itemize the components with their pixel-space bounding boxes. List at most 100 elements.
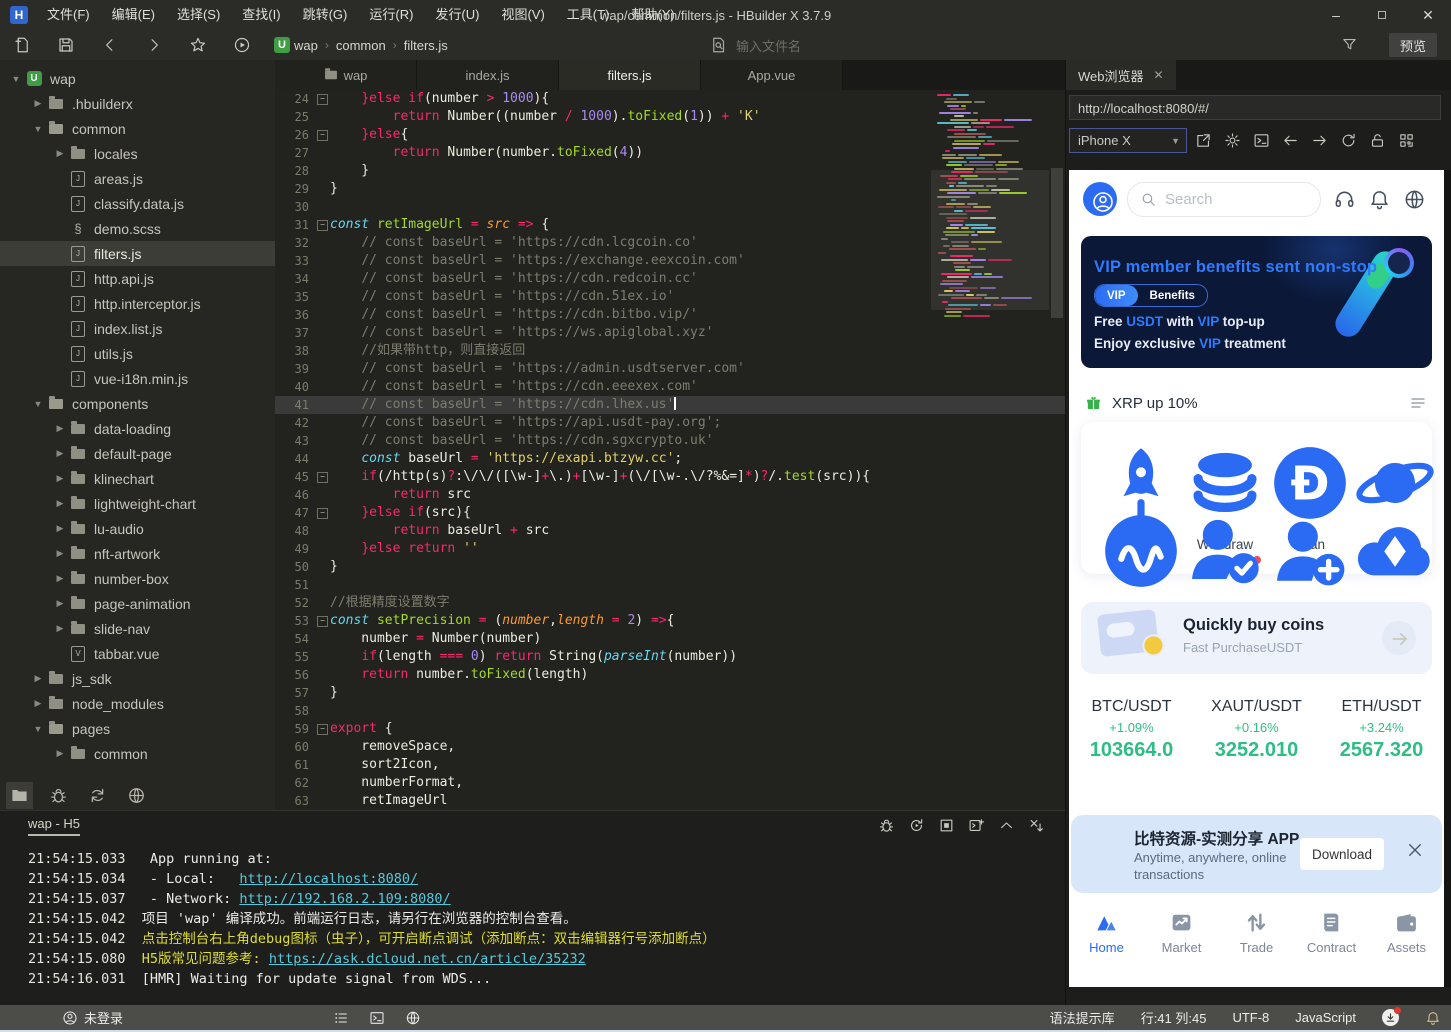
nav-forward-icon[interactable] xyxy=(145,36,163,54)
line-number[interactable]: 52 xyxy=(275,594,315,612)
qrcode-icon[interactable] xyxy=(1398,132,1415,149)
file-search[interactable]: 输入文件名 xyxy=(710,36,801,55)
bell-icon[interactable] xyxy=(1368,188,1391,211)
tree-item-lightweight-chart[interactable]: ▶lightweight-chart xyxy=(0,491,275,516)
tree-item-pages[interactable]: ▼pages xyxy=(0,716,275,741)
line-number[interactable]: 50 xyxy=(275,558,315,576)
chevron-right-icon[interactable]: ▶ xyxy=(54,623,66,634)
log-link[interactable]: http://192.168.2.109:8080/ xyxy=(239,891,450,907)
tree-item-tabbar.vue[interactable]: Vtabbar.vue xyxy=(0,641,275,666)
web-icon[interactable] xyxy=(124,783,149,808)
terminal-icon[interactable] xyxy=(369,1010,385,1026)
browser-tab-close-icon[interactable]: ✕ xyxy=(1154,68,1164,82)
filter-icon[interactable] xyxy=(1341,36,1358,53)
list-icon[interactable] xyxy=(333,1010,349,1026)
run-icon[interactable] xyxy=(233,36,251,54)
line-number[interactable]: 30 xyxy=(275,198,315,216)
console-tab[interactable]: wap - H5 xyxy=(28,816,80,836)
stop-icon[interactable] xyxy=(938,817,955,834)
new-file-icon[interactable] xyxy=(13,36,31,54)
line-number[interactable]: 54 xyxy=(275,630,315,648)
line-number[interactable]: 42 xyxy=(275,414,315,432)
menu-v[interactable]: 视图(V) xyxy=(490,7,555,22)
web-icon[interactable] xyxy=(405,1010,421,1026)
menu-f[interactable]: 文件(F) xyxy=(36,7,101,22)
globe-icon[interactable] xyxy=(1403,188,1426,211)
line-number[interactable]: 37 xyxy=(275,324,315,342)
tree-item-slide-nav[interactable]: ▶slide-nav xyxy=(0,616,275,641)
save-icon[interactable] xyxy=(57,36,75,54)
status-javascript[interactable]: JavaScript xyxy=(1295,1010,1356,1025)
line-number[interactable]: 58 xyxy=(275,702,315,720)
browser-tab[interactable]: Web浏览器 ✕ xyxy=(1066,60,1176,90)
fold-marker-icon[interactable]: − xyxy=(315,216,330,234)
terminal-new-icon[interactable] xyxy=(968,817,985,834)
line-number[interactable]: 59 xyxy=(275,720,315,738)
nav-home[interactable]: Home xyxy=(1069,900,1144,970)
market-eth[interactable]: ETH/USDT +3.24% 2567.320 xyxy=(1319,694,1444,774)
line-number[interactable]: 28 xyxy=(275,162,315,180)
market-xaut[interactable]: XAUT/USDT +0.16% 3252.010 xyxy=(1194,694,1319,774)
minimize-button[interactable]: – xyxy=(1313,0,1359,30)
line-number[interactable]: 49 xyxy=(275,540,315,558)
tree-item-utils.js[interactable]: Jutils.js xyxy=(0,341,275,366)
tree-item-lu-audio[interactable]: ▶lu-audio xyxy=(0,516,275,541)
fold-marker-icon[interactable]: − xyxy=(315,720,330,738)
close-button[interactable]: ✕ xyxy=(1405,0,1451,30)
tree-item-http.interceptor.js[interactable]: Jhttp.interceptor.js xyxy=(0,291,275,316)
chevron-right-icon[interactable]: ▶ xyxy=(54,148,66,159)
preview-scrollbar[interactable] xyxy=(1444,170,1451,987)
chevron-right-icon[interactable]: ▶ xyxy=(32,698,44,709)
chevron-right-icon[interactable]: ▶ xyxy=(54,548,66,559)
tree-item-common[interactable]: ▼common xyxy=(0,116,275,141)
line-number[interactable]: 32 xyxy=(275,234,315,252)
notification-bell-icon[interactable] xyxy=(1425,1010,1441,1026)
line-number[interactable]: 36 xyxy=(275,306,315,324)
line-number[interactable]: 45 xyxy=(275,468,315,486)
tree-item-number-box[interactable]: ▶number-box xyxy=(0,566,275,591)
menu-u[interactable]: 发行(U) xyxy=(424,7,490,22)
nav-assets[interactable]: Assets xyxy=(1369,900,1444,970)
minimap-viewport[interactable] xyxy=(931,170,1049,310)
fold-marker-icon[interactable]: − xyxy=(315,126,330,144)
breadcrumb-wap[interactable]: wap xyxy=(294,38,318,53)
menu-s[interactable]: 选择(S) xyxy=(166,7,231,22)
line-number[interactable]: 57 xyxy=(275,684,315,702)
line-number[interactable]: 60 xyxy=(275,738,315,756)
line-number[interactable]: 63 xyxy=(275,792,315,810)
tree-item-classify.data.js[interactable]: Jclassify.data.js xyxy=(0,191,275,216)
menu-r[interactable]: 运行(R) xyxy=(358,7,424,22)
chevron-right-icon[interactable]: ▶ xyxy=(54,573,66,584)
tree-item-.hbuilderx[interactable]: ▶.hbuilderx xyxy=(0,91,275,116)
tree-item-klinechart[interactable]: ▶klinechart xyxy=(0,466,275,491)
chevron-down-icon[interactable]: ▼ xyxy=(32,124,44,134)
line-number[interactable]: 61 xyxy=(275,756,315,774)
line-number[interactable]: 26 xyxy=(275,126,315,144)
nav-back-icon[interactable] xyxy=(101,36,119,54)
code-area[interactable]: 24− }else if(number > 1000){25 return Nu… xyxy=(275,90,1065,810)
line-number[interactable]: 40 xyxy=(275,378,315,396)
tree-item-demo.scss[interactable]: §demo.scss xyxy=(0,216,275,241)
line-number[interactable]: 55 xyxy=(275,648,315,666)
chevron-right-icon[interactable]: ▶ xyxy=(54,523,66,534)
arrow-left-icon[interactable] xyxy=(1282,132,1299,149)
menu-g[interactable]: 跳转(G) xyxy=(292,7,359,22)
tree-item-nft-artwork[interactable]: ▶nft-artwork xyxy=(0,541,275,566)
tree-item-data-loading[interactable]: ▶data-loading xyxy=(0,416,275,441)
tab-App.vue[interactable]: App.vue xyxy=(701,60,843,90)
avatar[interactable] xyxy=(1083,182,1117,216)
tab-filters.js[interactable]: filters.js xyxy=(559,60,701,90)
quick-buy-card[interactable]: Quickly buy coins Fast PurchaseUSDT xyxy=(1081,602,1432,674)
explorer-icon[interactable] xyxy=(7,783,32,808)
chevron-right-icon[interactable]: ▶ xyxy=(54,748,66,759)
chevron-right-icon[interactable]: ▶ xyxy=(54,423,66,434)
log-link[interactable]: https://ask.dcloud.net.cn/article/35232 xyxy=(269,951,586,967)
tree-item-locales[interactable]: ▶locales xyxy=(0,141,275,166)
maximize-button[interactable] xyxy=(1359,0,1405,30)
bug-icon[interactable] xyxy=(878,817,895,834)
chevron-down-icon[interactable]: ▼ xyxy=(32,399,44,409)
restart-icon[interactable] xyxy=(908,817,925,834)
chevron-right-icon[interactable]: ▶ xyxy=(32,98,44,109)
line-number[interactable]: 38 xyxy=(275,342,315,360)
headset-icon[interactable] xyxy=(1333,188,1356,211)
